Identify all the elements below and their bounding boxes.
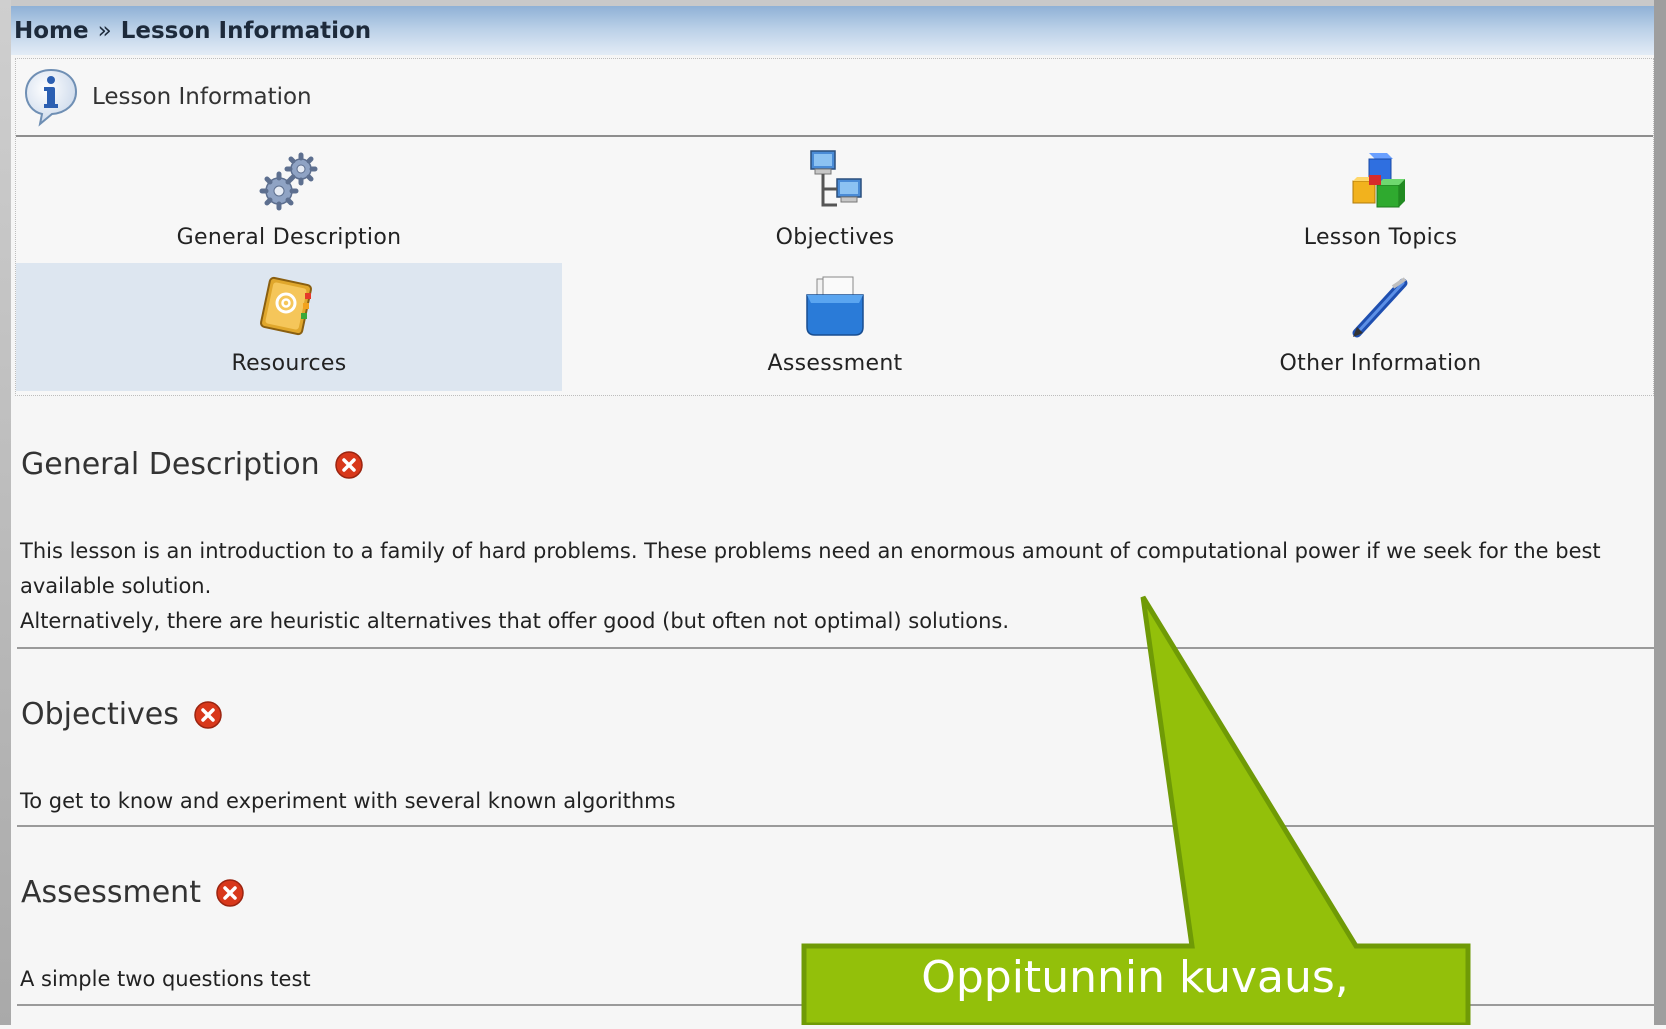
section-heading: General Description [21,447,320,482]
body-line: A simple two questions test [20,967,311,991]
section-body-general-description: This lesson is an introduction to a fami… [20,534,1640,639]
menu-label: Assessment [767,351,903,376]
menu-label: Other Information [1279,351,1482,376]
section-body-objectives: To get to know and experiment with sever… [20,784,1640,819]
menu-label: Resources [231,351,347,376]
menu-label: Objectives [775,225,895,250]
info-icon [24,68,78,127]
lesson-menu-grid: General Description Objectives Lesson To… [16,137,1653,391]
section-title-general-description: General Description [21,447,364,482]
menu-general-description[interactable]: General Description [16,137,562,263]
lesson-info-panel: Lesson Information General Description O… [15,58,1654,396]
menu-resources[interactable]: Resources [16,263,562,391]
section-divider [17,647,1654,649]
menu-label: General Description [176,225,402,250]
menu-lesson-topics[interactable]: Lesson Topics [1108,137,1653,263]
address-book-icon [260,276,312,336]
section-heading: Assessment [21,875,201,910]
network-computers-icon [810,150,862,207]
section-title-objectives: Objectives [21,697,223,732]
delete-icon[interactable] [334,450,364,480]
menu-assessment[interactable]: Assessment [562,263,1108,391]
gears-icon [259,152,318,211]
window-left-edge [0,0,11,1025]
folder-box-icon [806,276,864,336]
breadcrumb-separator: » [97,17,112,44]
menu-label: Lesson Topics [1303,225,1458,250]
breadcrumb-home-link[interactable]: Home [14,18,89,44]
pen-icon [1352,277,1407,338]
delete-icon[interactable] [215,878,245,908]
breadcrumb-current: Lesson Information [120,17,372,44]
section-divider [17,825,1654,827]
window-right-edge [1654,0,1666,1025]
menu-other-information[interactable]: Other Information [1108,263,1653,391]
body-line: Alternatively, there are heuristic alter… [20,609,1010,633]
section-body-assessment: A simple two questions test [20,962,1640,997]
section-title-assessment: Assessment [21,875,245,910]
breadcrumb: Home » Lesson Information [11,6,1654,55]
section-divider [17,1004,1654,1006]
body-line: To get to know and experiment with sever… [20,789,676,813]
menu-objectives[interactable]: Objectives [562,137,1108,263]
blocks-icon [1352,153,1405,208]
delete-icon[interactable] [193,700,223,730]
section-heading: Objectives [21,697,179,732]
panel-header: Lesson Information [16,59,1653,137]
body-line: This lesson is an introduction to a fami… [20,539,1601,598]
panel-title: Lesson Information [92,84,312,110]
